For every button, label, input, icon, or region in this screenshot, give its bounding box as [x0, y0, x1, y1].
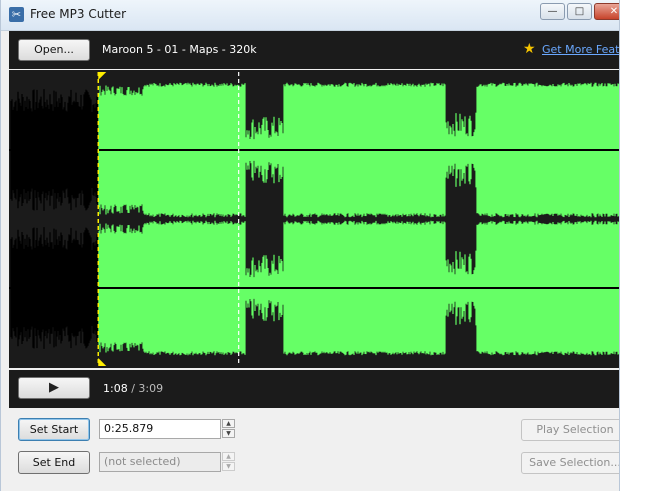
start-marker-bottom-handle[interactable]	[98, 358, 107, 366]
window-title: Free MP3 Cutter	[30, 7, 127, 21]
end-time-field[interactable]: (not selected)	[99, 452, 221, 472]
track-name: Maroon 5 - 01 - Maps - 320k	[102, 43, 257, 56]
end-spin-down[interactable]: ▼	[222, 462, 235, 471]
play-icon: ▶	[49, 380, 59, 395]
time-separator: /	[127, 382, 139, 395]
title-bar: ✂ Free MP3 Cutter — □ ✕	[1, 0, 619, 31]
start-spin-up[interactable]: ▲	[222, 419, 235, 428]
save-selection-button[interactable]: Save Selection...	[521, 452, 619, 474]
maximize-icon: □	[574, 6, 585, 17]
maximize-button[interactable]: □	[567, 3, 592, 20]
time-readout: 1:08 / 3:09	[103, 382, 163, 395]
star-icon: ★	[523, 41, 536, 57]
start-time-field[interactable]: 0:25.879	[99, 419, 221, 439]
total-time: 3:09	[138, 382, 164, 395]
play-selection-button[interactable]: Play Selection	[521, 419, 619, 441]
close-button[interactable]: ✕	[594, 3, 619, 20]
set-end-button[interactable]: Set End	[18, 451, 90, 474]
start-marker-top-handle[interactable]	[98, 72, 107, 80]
play-button[interactable]: ▶	[18, 377, 90, 399]
get-more-features-link[interactable]: Get More Features	[542, 43, 619, 56]
minimize-icon: —	[547, 6, 558, 17]
app-window: ✂ Free MP3 Cutter — □ ✕ Open... Maroon 5…	[0, 0, 620, 491]
open-button[interactable]: Open...	[18, 39, 90, 61]
waveform-panel[interactable]	[9, 70, 620, 368]
scissors-icon: ✂	[9, 7, 24, 22]
current-time: 1:08	[103, 382, 128, 395]
start-spin-down[interactable]: ▼	[222, 429, 235, 438]
waveform-selected	[98, 82, 619, 356]
close-icon: ✕	[609, 6, 619, 17]
minimize-button[interactable]: —	[540, 3, 565, 20]
set-start-button[interactable]: Set Start	[18, 418, 90, 441]
waveform-display[interactable]	[9, 70, 620, 368]
end-spin-up[interactable]: ▲	[222, 452, 235, 461]
playback-bar	[9, 370, 619, 408]
